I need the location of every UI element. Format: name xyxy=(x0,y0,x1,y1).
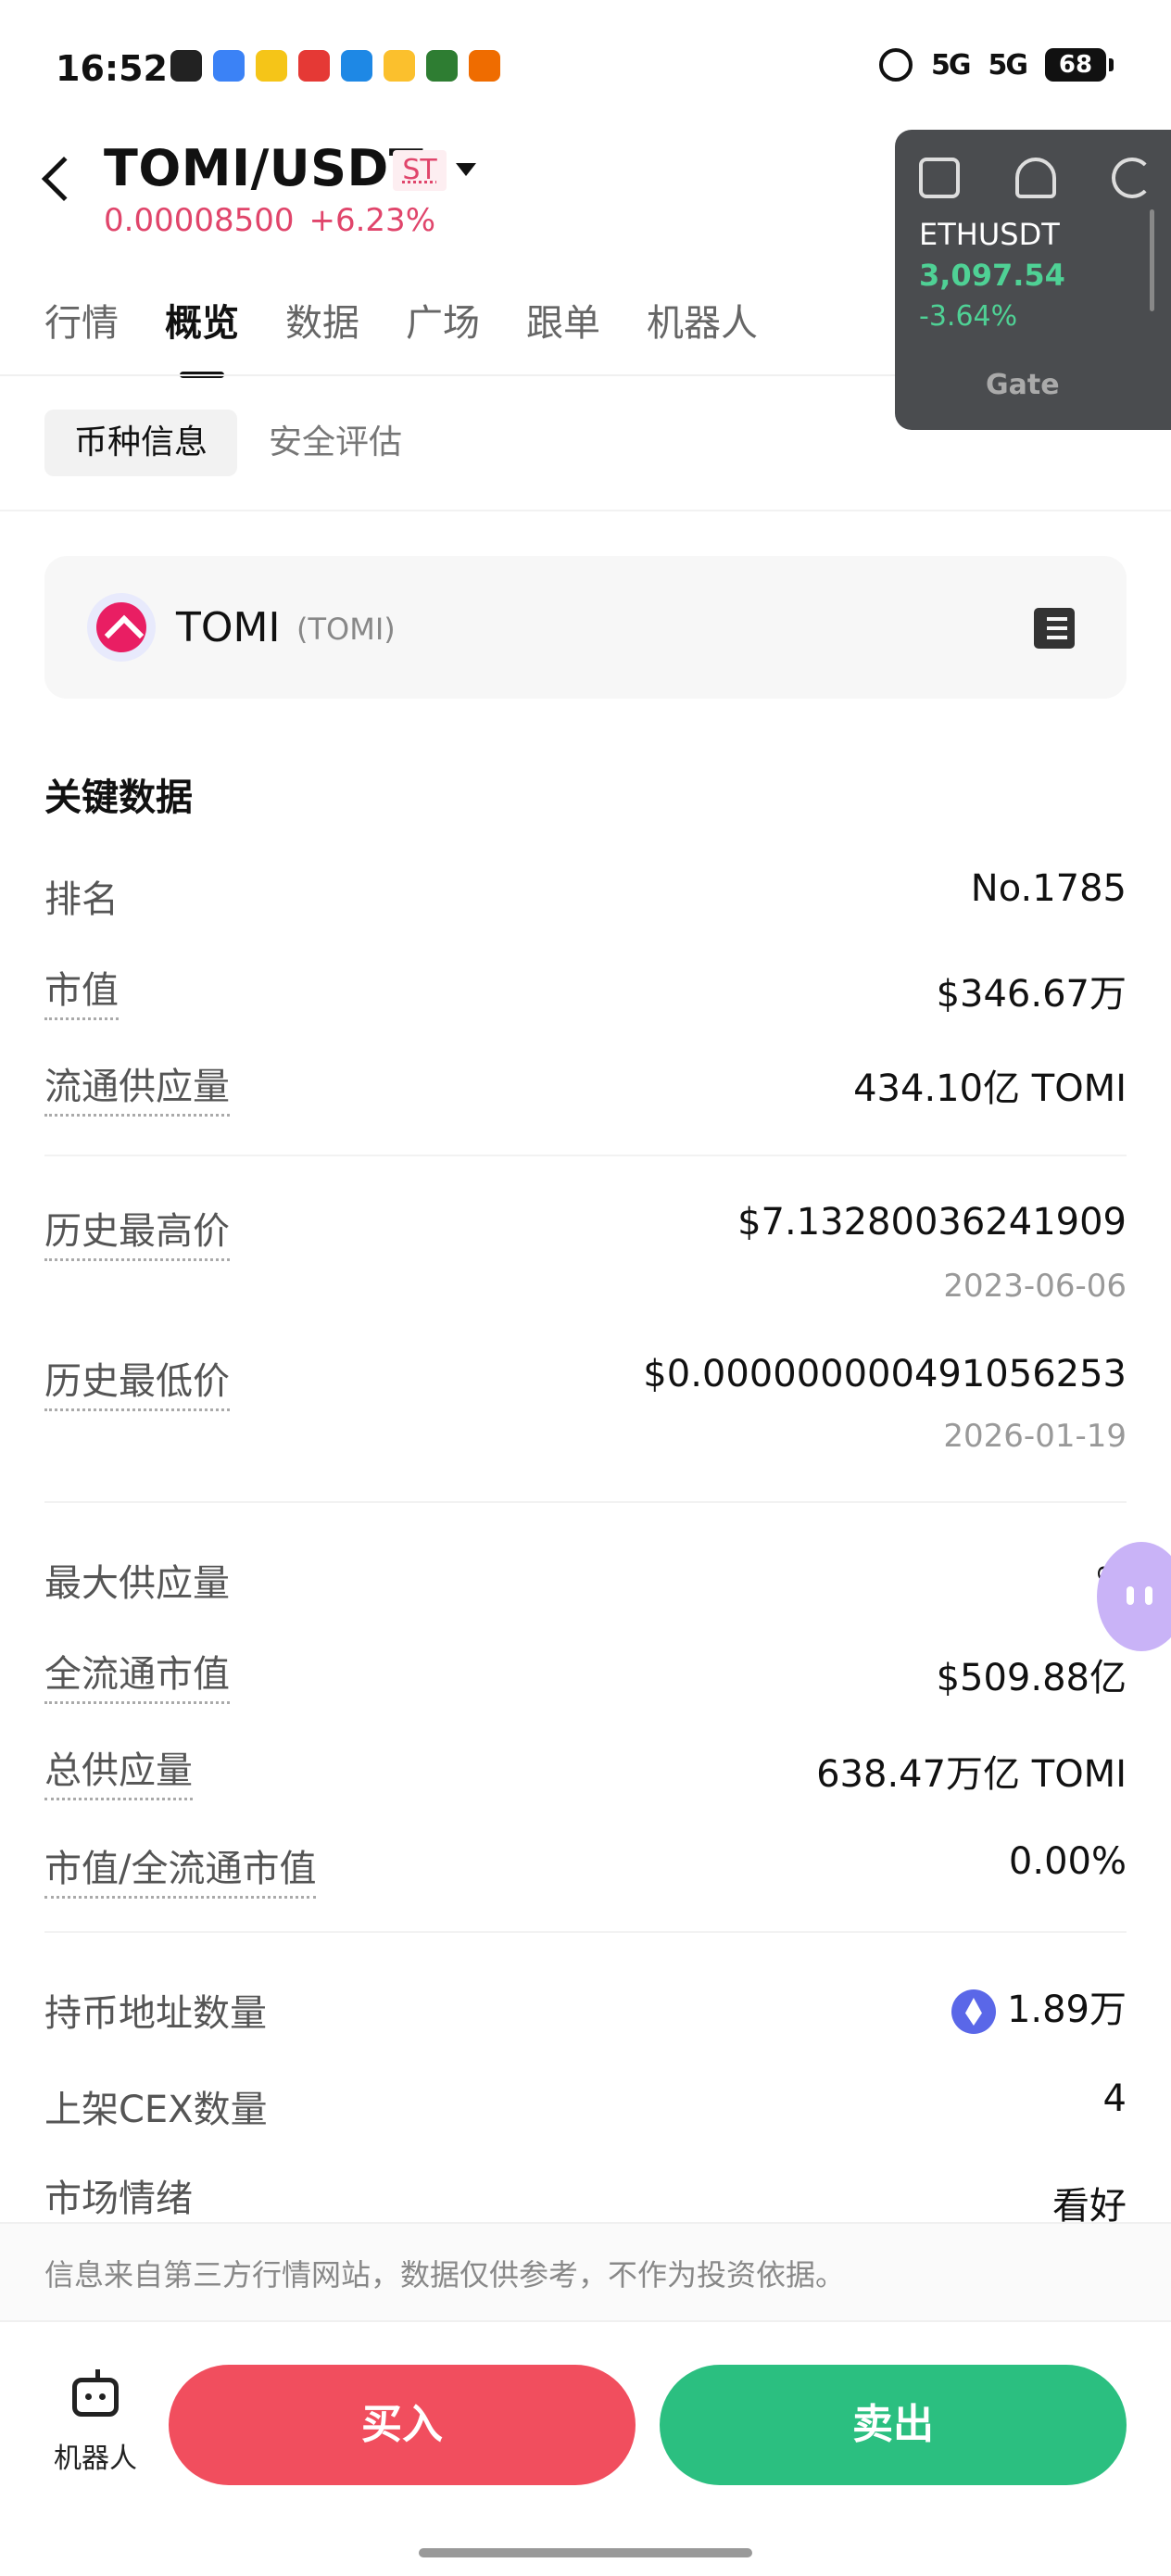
mcap-fdv-ratio-value: 0.00% xyxy=(1008,1840,1127,1883)
divider xyxy=(44,1501,1127,1503)
back-icon[interactable] xyxy=(41,156,87,202)
cex-count-value: 4 xyxy=(1102,2077,1127,2120)
total-supply-value: 638.47万亿 TOMI xyxy=(816,1753,1127,1796)
subtabs-divider xyxy=(0,510,1171,511)
disclaimer-bar: 信息来自第三方行情网站，数据仅供参考，不作为投资依据。 xyxy=(0,2222,1171,2322)
price-row: 0.00008500 +6.23% xyxy=(104,202,435,239)
max-supply-label: 最大供应量 xyxy=(44,1562,230,1605)
tab-market[interactable]: 行情 xyxy=(44,293,119,347)
coin-name: TOMI xyxy=(176,604,281,651)
refresh-icon[interactable] xyxy=(1112,158,1152,198)
app-notification-icon xyxy=(298,50,330,82)
atl-label[interactable]: 历史最低价 xyxy=(44,1351,230,1411)
alarm-icon xyxy=(879,48,913,82)
status-bar: 16:52 5G 5G 68 xyxy=(0,0,1171,139)
divider xyxy=(44,1931,1127,1933)
clock: 16:52 xyxy=(56,48,168,89)
circulating-supply-value: 434.10亿 TOMI xyxy=(853,1067,1127,1110)
widget-scrollbar[interactable] xyxy=(1150,209,1154,311)
widget-pair: ETHUSDT xyxy=(919,217,1060,252)
price-change: +6.23% xyxy=(308,202,436,239)
subtab-security[interactable]: 安全评估 xyxy=(239,410,432,476)
chevron-down-icon[interactable] xyxy=(456,163,476,176)
robot-icon[interactable] xyxy=(72,2369,119,2417)
notification-icons xyxy=(170,50,500,82)
mcap-fdv-ratio-label[interactable]: 市值/全流通市值 xyxy=(44,1838,317,1899)
sentiment-label: 市场情绪 xyxy=(44,2178,193,2220)
document-icon[interactable] xyxy=(1034,608,1075,649)
pair-title[interactable]: TOMI/USDT xyxy=(104,139,423,197)
circulating-supply-label[interactable]: 流通供应量 xyxy=(44,1056,230,1117)
total-supply-label[interactable]: 总供应量 xyxy=(44,1740,193,1800)
ath-label[interactable]: 历史最高价 xyxy=(44,1201,230,1261)
bottom-action-bar: 机器人 买入 卖出 xyxy=(0,2324,1171,2576)
fdv-label[interactable]: 全流通市值 xyxy=(44,1644,230,1704)
signal-icon: 5G xyxy=(988,48,1028,82)
robot-label[interactable]: 机器人 xyxy=(54,2435,137,2476)
last-price: 0.00008500 xyxy=(104,202,295,239)
widget-change: -3.64% xyxy=(919,300,1018,333)
tab-square[interactable]: 广场 xyxy=(406,293,480,347)
app-notification-icon xyxy=(426,50,458,82)
widget-price: 3,097.54 xyxy=(919,258,1065,293)
app-notification-icon xyxy=(384,50,415,82)
system-indicators: 5G 5G 68 xyxy=(879,48,1114,82)
section-title: 关键数据 xyxy=(44,777,193,819)
divider xyxy=(44,1155,1127,1156)
tab-overview[interactable]: 概览 xyxy=(165,293,239,347)
buy-button[interactable]: 买入 xyxy=(169,2365,636,2485)
app-notification-icon xyxy=(341,50,372,82)
app-notification-icon xyxy=(213,50,245,82)
tab-data[interactable]: 数据 xyxy=(285,293,359,347)
rank-value: No.1785 xyxy=(970,867,1127,910)
holders-label: 持币地址数量 xyxy=(44,1992,267,2035)
fdv-value: $509.88亿 xyxy=(936,1657,1127,1699)
coin-symbol: (TOMI) xyxy=(296,612,396,647)
market-cap-value: $346.67万 xyxy=(936,973,1127,1016)
coin-card[interactable]: TOMI (TOMI) xyxy=(44,556,1127,699)
tab-bot[interactable]: 机器人 xyxy=(647,293,758,347)
ath-value: $7.13280036241909 xyxy=(737,1201,1127,1244)
cex-count-label: 上架CEX数量 xyxy=(44,2089,268,2131)
signal-icon: 5G xyxy=(931,48,971,82)
coin-logo xyxy=(87,593,156,662)
assistant-bubble-icon[interactable] xyxy=(1097,1542,1171,1651)
ethereum-icon xyxy=(951,1989,996,2034)
atl-value: $0.000000000491056253 xyxy=(643,1353,1127,1395)
ath-date: 2023-06-06 xyxy=(943,1268,1127,1305)
st-badge[interactable]: ST xyxy=(393,150,447,191)
main-tabs: 行情 概览 数据 广场 跟单 机器人 xyxy=(44,293,758,347)
home-indicator[interactable] xyxy=(419,2548,752,2557)
widget-controls xyxy=(919,158,1152,198)
battery-icon: 68 xyxy=(1045,48,1114,82)
market-cap-label[interactable]: 市值 xyxy=(44,960,119,1020)
bell-icon[interactable] xyxy=(1015,158,1056,198)
app-notification-icon xyxy=(256,50,287,82)
atl-date: 2026-01-19 xyxy=(943,1418,1127,1455)
subtab-coin-info[interactable]: 币种信息 xyxy=(44,410,238,476)
rank-label: 排名 xyxy=(44,878,119,921)
app-notification-icon xyxy=(469,50,500,82)
gate-logo: Gate xyxy=(986,369,1060,401)
holders-count: 1.89万 xyxy=(1006,1989,1127,2031)
holders-value[interactable]: 1.89万 xyxy=(951,1979,1127,2034)
tab-copy-trading[interactable]: 跟单 xyxy=(526,293,600,347)
disclaimer-text: 信息来自第三方行情网站，数据仅供参考，不作为投资依据。 xyxy=(44,2257,846,2292)
floating-ticker-widget[interactable]: ETHUSDT 3,097.54 -3.64% Gate xyxy=(895,130,1171,430)
app-notification-icon xyxy=(170,50,202,82)
sell-button[interactable]: 卖出 xyxy=(660,2365,1127,2485)
exit-icon[interactable] xyxy=(919,158,960,198)
